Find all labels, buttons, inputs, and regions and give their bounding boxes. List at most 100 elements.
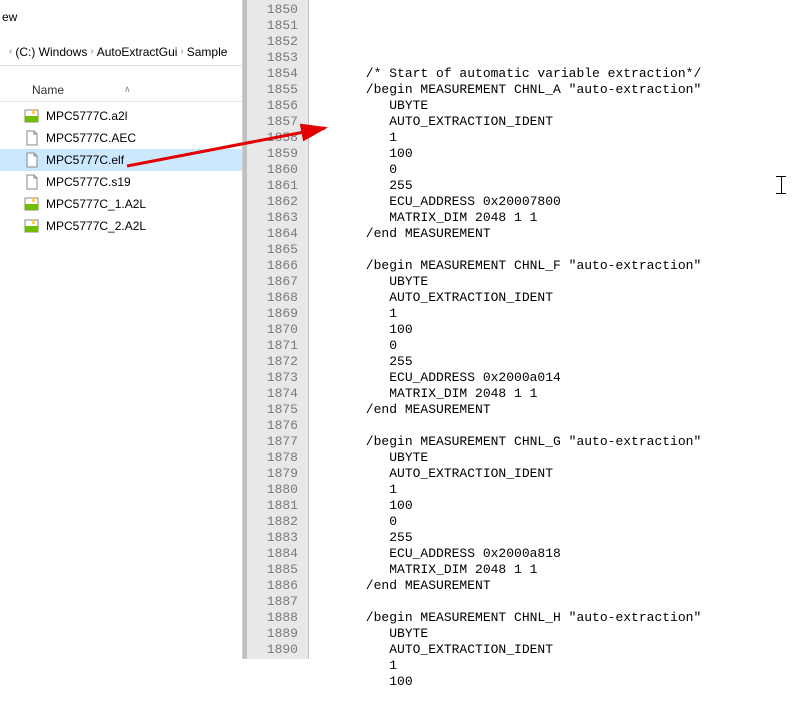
line-number: 1879 — [247, 466, 308, 482]
line-number: 1890 — [247, 642, 308, 658]
line-number: 1874 — [247, 386, 308, 402]
line-number: 1859 — [247, 146, 308, 162]
line-number: 1878 — [247, 450, 308, 466]
chevron-right-icon: › — [177, 46, 186, 57]
code-line[interactable]: AUTO_EXTRACTION_IDENT — [319, 466, 798, 482]
column-header-label: Name — [32, 83, 64, 97]
line-number: 1855 — [247, 82, 308, 98]
column-header-name[interactable]: Name ∧ — [0, 78, 242, 102]
code-line[interactable]: /end MEASUREMENT — [319, 578, 798, 594]
line-number: 1865 — [247, 242, 308, 258]
file-name: MPC5777C.s19 — [46, 175, 131, 189]
line-number: 1887 — [247, 594, 308, 610]
line-number: 1851 — [247, 18, 308, 34]
file-row[interactable]: MPC5777C.AEC — [0, 127, 242, 149]
line-number: 1882 — [247, 514, 308, 530]
line-number: 1871 — [247, 338, 308, 354]
code-line[interactable]: 100 — [319, 498, 798, 514]
code-line[interactable]: /begin MEASUREMENT CHNL_A "auto-extracti… — [319, 82, 798, 98]
code-line[interactable]: AUTO_EXTRACTION_IDENT — [319, 642, 798, 658]
code-line[interactable] — [319, 242, 798, 258]
code-line[interactable]: 100 — [319, 674, 798, 690]
code-line[interactable] — [319, 34, 798, 50]
file-name: MPC5777C_2.A2L — [46, 219, 146, 233]
line-number: 1850 — [247, 2, 308, 18]
code-line[interactable]: 100 — [319, 146, 798, 162]
line-number: 1853 — [247, 50, 308, 66]
code-line[interactable]: 0 — [319, 338, 798, 354]
line-number: 1856 — [247, 98, 308, 114]
code-line[interactable] — [319, 50, 798, 66]
code-line[interactable]: ECU_ADDRESS 0x20007800 — [319, 194, 798, 210]
code-line[interactable]: 100 — [319, 322, 798, 338]
line-number: 1888 — [247, 610, 308, 626]
code-line[interactable]: UBYTE — [319, 626, 798, 642]
line-number: 1854 — [247, 66, 308, 82]
code-line[interactable]: ECU_ADDRESS 0x2000a818 — [319, 546, 798, 562]
line-number: 1869 — [247, 306, 308, 322]
code-line[interactable]: AUTO_EXTRACTION_IDENT — [319, 114, 798, 130]
explorer-tab[interactable]: ew — [2, 10, 17, 24]
code-line[interactable]: 1 — [319, 482, 798, 498]
code-line[interactable]: 1 — [319, 130, 798, 146]
file-list: MPC5777C.a2l MPC5777C.AEC MPC5777C.elf MPC5… — [0, 105, 242, 237]
line-number: 1883 — [247, 530, 308, 546]
line-number: 1889 — [247, 626, 308, 642]
line-number: 1875 — [247, 402, 308, 418]
code-line[interactable]: MATRIX_DIM 2048 1 1 — [319, 562, 798, 578]
line-number: 1873 — [247, 370, 308, 386]
code-line[interactable]: AUTO_EXTRACTION_IDENT — [319, 290, 798, 306]
line-number: 1860 — [247, 162, 308, 178]
code-line[interactable]: 1 — [319, 658, 798, 674]
code-line[interactable]: UBYTE — [319, 450, 798, 466]
line-number: 1864 — [247, 226, 308, 242]
line-number: 1885 — [247, 562, 308, 578]
chevron-left-icon[interactable]: ‹ — [6, 46, 15, 57]
code-line[interactable]: /* Start of automatic variable extractio… — [319, 66, 798, 82]
code-line[interactable]: 1 — [319, 306, 798, 322]
line-number: 1880 — [247, 482, 308, 498]
sort-indicator-icon: ∧ — [124, 84, 131, 95]
code-line[interactable]: UBYTE — [319, 274, 798, 290]
file-row[interactable]: MPC5777C.elf — [0, 149, 242, 171]
code-line[interactable]: /begin MEASUREMENT CHNL_F "auto-extracti… — [319, 258, 798, 274]
line-number: 1857 — [247, 114, 308, 130]
line-number: 1886 — [247, 578, 308, 594]
breadcrumb[interactable]: ‹ (C:) Windows › AutoExtractGui › Sample — [0, 38, 242, 66]
document-file-icon — [24, 130, 40, 146]
code-line[interactable]: /begin MEASUREMENT CHNL_H "auto-extracti… — [319, 610, 798, 626]
file-row[interactable]: MPC5777C.a2l — [0, 105, 242, 127]
file-row[interactable]: MPC5777C_2.A2L — [0, 215, 242, 237]
code-line[interactable]: MATRIX_DIM 2048 1 1 — [319, 210, 798, 226]
code-line[interactable] — [319, 594, 798, 610]
breadcrumb-part[interactable]: AutoExtractGui — [97, 45, 178, 59]
file-name: MPC5777C.AEC — [46, 131, 136, 145]
code-line[interactable]: UBYTE — [319, 98, 798, 114]
line-number: 1866 — [247, 258, 308, 274]
code-line[interactable]: ECU_ADDRESS 0x2000a014 — [319, 370, 798, 386]
code-area[interactable]: /* Start of automatic variable extractio… — [309, 0, 798, 659]
breadcrumb-part[interactable]: Sample — [187, 45, 228, 59]
code-line[interactable]: /end MEASUREMENT — [319, 226, 798, 242]
code-line[interactable]: /end MEASUREMENT — [319, 402, 798, 418]
file-row[interactable]: MPC5777C_1.A2L — [0, 193, 242, 215]
code-line[interactable]: 255 — [319, 530, 798, 546]
file-row[interactable]: MPC5777C.s19 — [0, 171, 242, 193]
code-line[interactable]: 0 — [319, 514, 798, 530]
line-number: 1872 — [247, 354, 308, 370]
line-number: 1868 — [247, 290, 308, 306]
line-number: 1862 — [247, 194, 308, 210]
line-number: 1867 — [247, 274, 308, 290]
code-line[interactable]: 255 — [319, 354, 798, 370]
code-line[interactable]: 255 — [319, 178, 798, 194]
code-line[interactable]: /begin MEASUREMENT CHNL_G "auto-extracti… — [319, 434, 798, 450]
breadcrumb-part[interactable]: (C:) Windows — [15, 45, 87, 59]
code-line[interactable]: MATRIX_DIM 2048 1 1 — [319, 386, 798, 402]
line-number: 1870 — [247, 322, 308, 338]
a2l-file-icon — [24, 196, 40, 212]
code-line[interactable] — [319, 418, 798, 434]
line-number: 1884 — [247, 546, 308, 562]
document-file-icon — [24, 152, 40, 168]
code-line[interactable]: 0 — [319, 162, 798, 178]
line-number: 1863 — [247, 210, 308, 226]
